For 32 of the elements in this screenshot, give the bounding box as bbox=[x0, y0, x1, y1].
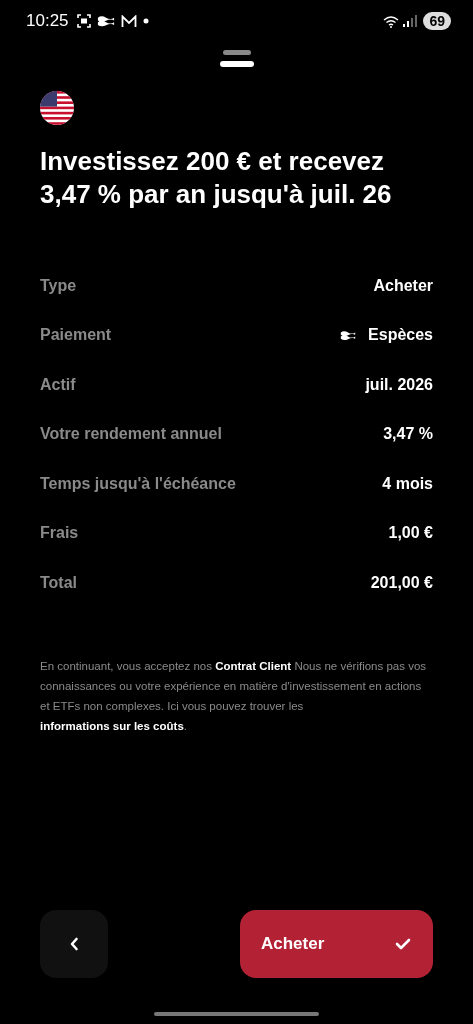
detail-value: 201,00 € bbox=[370, 573, 433, 592]
detail-value: 3,47 % bbox=[383, 425, 433, 444]
mail-icon bbox=[120, 14, 137, 28]
flag-icon bbox=[40, 91, 74, 125]
detail-label: Temps jusqu'à l'échéance bbox=[40, 474, 237, 493]
detail-label: Actif bbox=[40, 375, 77, 394]
status-time: 10:25 bbox=[26, 11, 69, 31]
terms-link[interactable]: informations sur les coûts bbox=[40, 719, 184, 732]
detail-value: Espèces bbox=[368, 326, 433, 345]
detail-label: Total bbox=[40, 573, 79, 592]
detail-value: juil. 2026 bbox=[365, 375, 433, 394]
home-indicator[interactable] bbox=[154, 1012, 319, 1016]
detail-value: 4 mois bbox=[382, 474, 433, 493]
screenshot-icon bbox=[76, 14, 91, 28]
back-button[interactable] bbox=[40, 910, 108, 978]
battery-level: 69 bbox=[423, 12, 451, 30]
detail-label: Frais bbox=[40, 524, 80, 543]
checkmark-icon bbox=[395, 938, 411, 950]
wifi-icon bbox=[383, 14, 400, 28]
detail-label: Votre rendement annuel bbox=[40, 425, 223, 444]
disclaimer-text: En continuant, vous acceptez nos Contrat Client Nous ne vérifions pas vos connaissances ou votre expérience en matière d'investissement en actions et ETFs non complexes. Ici vous pouvez trouver les informations sur les coûts. bbox=[40, 658, 428, 734]
terms-link[interactable]: Contrat Client bbox=[215, 659, 292, 672]
detail-label: Paiement bbox=[40, 326, 113, 345]
sheet-handle-icon[interactable] bbox=[219, 50, 254, 67]
signal-icon bbox=[403, 15, 418, 27]
detail-value: Acheter bbox=[373, 276, 433, 295]
detail-value: 1,00 € bbox=[388, 524, 433, 543]
detail-label: Type bbox=[40, 276, 78, 295]
dot-icon bbox=[142, 18, 149, 24]
buy-button[interactable]: Acheter bbox=[240, 910, 433, 978]
offer-title: Investissez 200 € et recevez 3,47 % par an jusqu'à juil. 26 bbox=[40, 145, 393, 211]
chevron-left-icon bbox=[69, 937, 79, 951]
